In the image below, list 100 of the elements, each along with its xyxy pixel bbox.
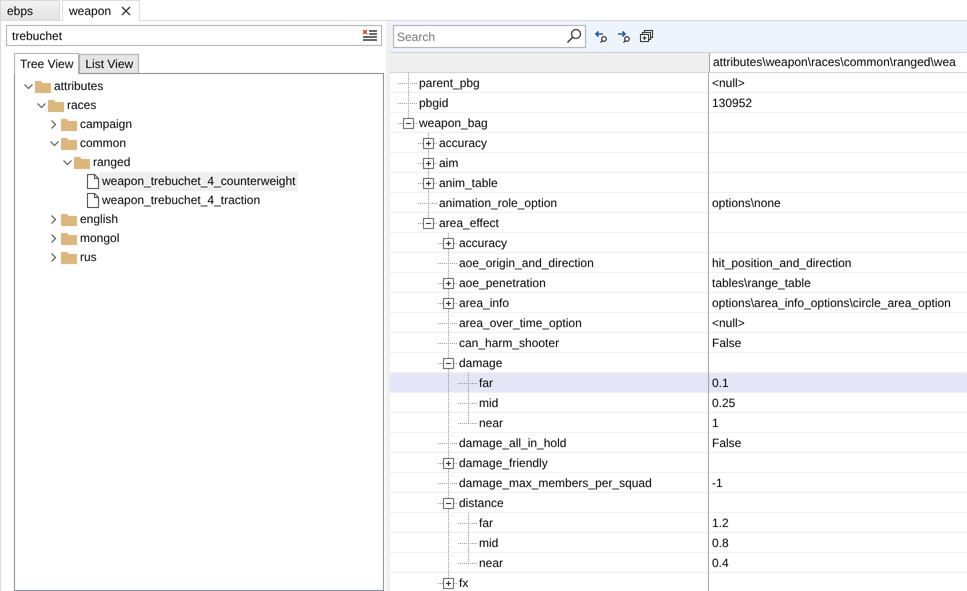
minus-box-icon[interactable] — [443, 358, 454, 369]
minus-box-icon[interactable] — [403, 118, 414, 129]
tree-item[interactable]: rus — [77, 248, 100, 267]
property-row[interactable]: anim_table — [390, 173, 967, 193]
property-row[interactable]: parent_pbg <null> — [390, 73, 967, 93]
plus-box-icon[interactable] — [443, 278, 454, 289]
property-row[interactable]: animation_role_option options\none — [390, 193, 967, 213]
property-row[interactable]: far 1.2 — [390, 513, 967, 533]
property-name: area_effect — [438, 215, 499, 232]
property-name: near — [478, 415, 504, 432]
property-row[interactable]: mid 0.8 — [390, 533, 967, 553]
property-name: fx — [458, 575, 468, 591]
filter-field[interactable]: trebuchet — [6, 25, 382, 46]
property-row[interactable]: damage_friendly — [390, 453, 967, 473]
property-row[interactable]: aim — [390, 153, 967, 173]
property-name: mid — [478, 395, 498, 412]
tree-item[interactable]: campaign — [77, 115, 136, 134]
folder-icon — [61, 232, 77, 245]
property-row[interactable]: area_effect — [390, 213, 967, 233]
clear-filter-icon[interactable] — [363, 29, 377, 41]
left-arrow-magnifier-icon[interactable] — [594, 30, 609, 44]
plus-box-icon[interactable] — [423, 158, 434, 169]
tree-item[interactable]: weapon_trebuchet_4_counterweight — [99, 172, 298, 191]
property-value: -1 — [712, 476, 723, 490]
property-value: False — [712, 436, 742, 450]
property-value: 0.4 — [712, 556, 729, 570]
tree-item[interactable]: common — [77, 134, 130, 153]
property-row[interactable]: aoe_penetration tables\range_table — [390, 273, 967, 293]
view-tab[interactable]: Tree View — [14, 53, 80, 74]
right-arrow-magnifier-icon[interactable] — [617, 30, 632, 44]
property-row[interactable]: damage_all_in_hold False — [390, 433, 967, 453]
expanded-chevron-icon[interactable] — [24, 84, 32, 90]
plus-box-icon[interactable] — [443, 298, 454, 309]
file-icon — [87, 193, 99, 208]
property-name: animation_role_option — [438, 195, 558, 212]
search-field[interactable]: Search — [393, 25, 586, 48]
property-value: tables\range_table — [712, 276, 811, 290]
property-row[interactable]: accuracy — [390, 233, 967, 253]
minus-box-icon[interactable] — [423, 218, 434, 229]
folder-icon — [48, 99, 64, 112]
property-value: options\area_info_options\circle_area_option — [712, 296, 951, 310]
property-value: 1 — [712, 416, 719, 430]
property-row[interactable]: near 0.4 — [390, 553, 967, 573]
property-name: far — [478, 515, 494, 532]
property-row[interactable]: damage_max_members_per_squad -1 — [390, 473, 967, 493]
tree-item[interactable]: races — [64, 96, 100, 115]
search-icon[interactable] — [566, 28, 582, 44]
document-tab[interactable]: ebps — [0, 0, 60, 20]
tree-item[interactable]: english — [77, 210, 122, 229]
property-name: damage_friendly — [458, 455, 548, 472]
expanded-chevron-icon[interactable] — [62, 160, 72, 166]
stacked-windows-icon[interactable] — [640, 30, 653, 43]
property-row[interactable]: distance — [390, 493, 967, 513]
property-value: <null> — [712, 76, 745, 90]
tree-item[interactable]: attributes — [51, 77, 106, 96]
document-tab[interactable]: weapon — [62, 0, 140, 21]
property-row[interactable]: area_info options\area_info_options\circle_area_option — [390, 293, 967, 313]
property-name: aoe_penetration — [458, 275, 546, 292]
expanded-chevron-icon[interactable] — [50, 140, 58, 146]
plus-box-icon[interactable] — [423, 178, 434, 189]
property-name: parent_pbg — [418, 75, 480, 92]
plus-box-icon[interactable] — [443, 458, 454, 469]
collapsed-chevron-icon[interactable] — [51, 253, 57, 262]
property-row[interactable]: fx — [390, 573, 967, 591]
property-row[interactable]: aoe_origin_and_direction hit_position_and_direction — [390, 253, 967, 273]
property-value: 0.1 — [712, 376, 729, 390]
property-name: damage — [458, 355, 502, 372]
folder-icon — [74, 156, 90, 169]
collapsed-chevron-icon[interactable] — [51, 215, 57, 224]
property-row[interactable]: mid 0.25 — [390, 393, 967, 413]
tree-item[interactable]: ranged — [90, 153, 134, 172]
property-value: <null> — [712, 316, 745, 330]
property-row[interactable]: pbgid 130952 — [390, 93, 967, 113]
minus-box-icon[interactable] — [443, 498, 454, 509]
plus-box-icon[interactable] — [423, 138, 434, 149]
collapsed-chevron-icon[interactable] — [51, 234, 57, 243]
close-icon[interactable] — [121, 6, 132, 16]
property-row[interactable]: near 1 — [390, 413, 967, 433]
folder-icon — [61, 118, 77, 131]
property-name: area_info — [458, 295, 510, 312]
folder-icon — [61, 251, 77, 264]
tree-item[interactable]: weapon_trebuchet_4_traction — [99, 191, 264, 210]
property-row[interactable]: weapon_bag — [390, 113, 967, 133]
property-name: damage_all_in_hold — [458, 435, 566, 452]
plus-box-icon[interactable] — [443, 578, 454, 589]
view-tab[interactable]: List View — [79, 54, 140, 73]
property-row[interactable]: far 0.1 — [390, 373, 967, 393]
column-header: attributes\weapon\races\common\ranged\wea — [712, 54, 956, 71]
collapsed-chevron-icon[interactable] — [51, 120, 57, 129]
plus-box-icon[interactable] — [443, 238, 454, 249]
property-row[interactable]: accuracy — [390, 133, 967, 153]
property-name: damage_max_members_per_squad — [458, 475, 652, 492]
tree-item[interactable]: mongol — [77, 229, 122, 248]
expanded-chevron-icon[interactable] — [36, 102, 46, 108]
property-name: far — [478, 375, 494, 392]
property-row[interactable]: area_over_time_option <null> — [390, 313, 967, 333]
property-row[interactable]: can_harm_shooter False — [390, 333, 967, 353]
folder-icon — [61, 213, 77, 226]
property-name: weapon_bag — [418, 115, 488, 132]
property-value: hit_position_and_direction — [712, 256, 852, 270]
